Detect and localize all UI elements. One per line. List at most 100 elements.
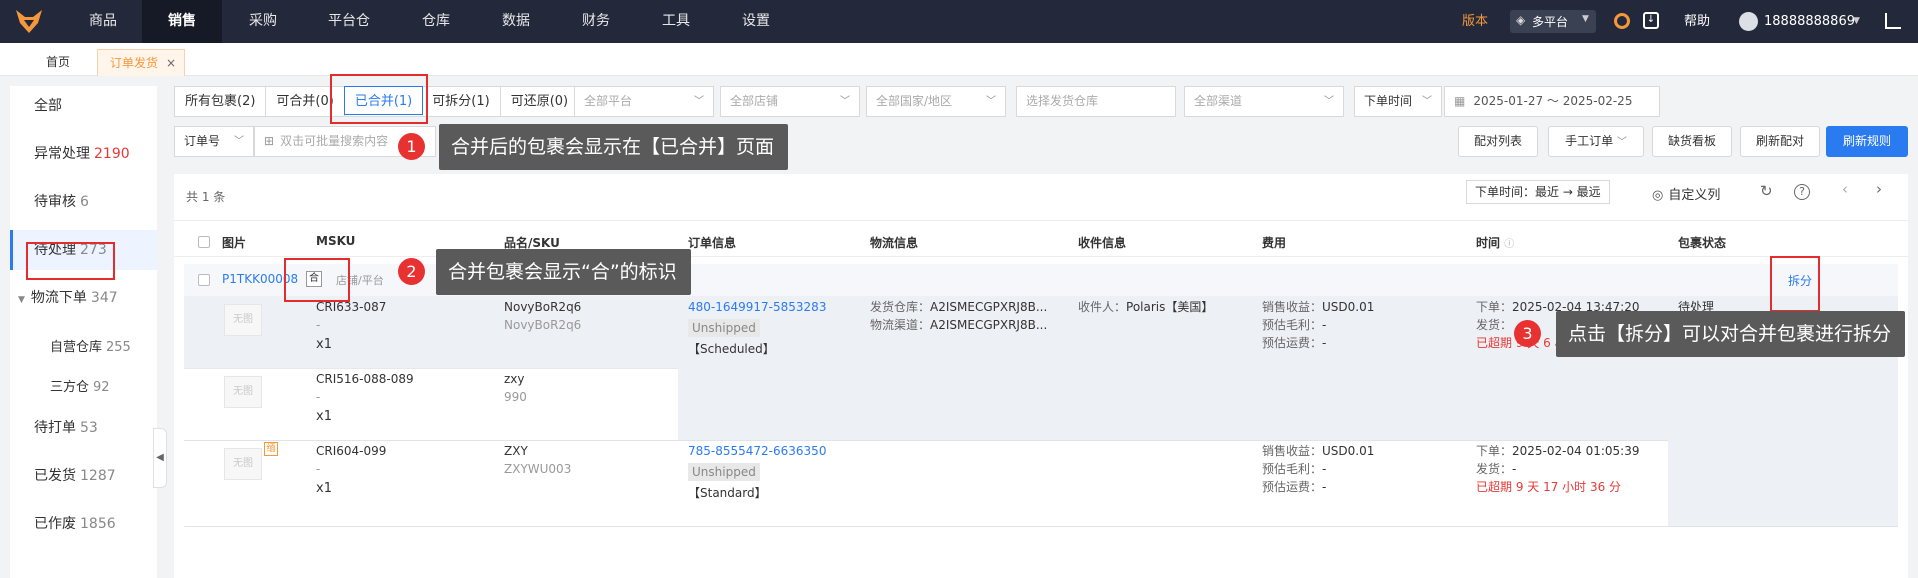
search-field-select[interactable]: 订单号 ﹀: [174, 126, 254, 157]
table-row: CRI633-087 - x1: [316, 298, 386, 354]
revenue-label: 销售收益：: [1262, 300, 1323, 314]
custom-columns-label: 自定义列: [1668, 188, 1721, 203]
warehouse-label: 发货仓库：: [870, 300, 931, 314]
version-link[interactable]: 版本: [1462, 0, 1488, 43]
callout-merge-tag: 合并包裹会显示“合”的标识: [436, 249, 691, 295]
shipping-value: -: [1322, 336, 1327, 350]
platform-select[interactable]: 全部平台 ﹀: [574, 86, 714, 117]
close-icon[interactable]: ×: [166, 50, 176, 77]
header-image: 图片: [222, 236, 247, 250]
msku-dash: -: [316, 462, 321, 476]
refresh-rules-button[interactable]: 刷新规则: [1826, 126, 1908, 157]
header-package-status: 包裹状态: [1678, 236, 1727, 250]
help-link[interactable]: 帮助: [1684, 0, 1710, 43]
sidebar-item-label: 待打单: [34, 420, 76, 436]
order-number-link[interactable]: 480-1649917-5853283: [688, 298, 826, 316]
sidebar-item-own-warehouse[interactable]: 自营仓库 255: [10, 328, 157, 368]
prev-page-icon[interactable]: ‹: [1842, 180, 1848, 198]
user-chevron-icon[interactable]: ▼: [1853, 16, 1860, 26]
merged-row-bg: [678, 368, 1898, 440]
sidebar-item-third-party[interactable]: 三方仓 92: [10, 368, 157, 408]
manual-order-button[interactable]: 手工订单 ﹀: [1548, 126, 1644, 157]
tab-order-shipping[interactable]: 订单发货 ×: [97, 49, 186, 77]
header-order-info: 订单信息: [688, 236, 737, 250]
header-fees: 费用: [1262, 236, 1287, 250]
quantity: x1: [316, 337, 332, 352]
segment-splittable[interactable]: 可拆分(1): [422, 87, 501, 116]
custom-columns-button[interactable]: ◎ 自定义列: [1652, 184, 1720, 203]
refresh-match-button[interactable]: 刷新配对: [1740, 126, 1820, 157]
platform-switch[interactable]: ◈ 多平台 ▼: [1510, 10, 1596, 33]
download-icon[interactable]: ↓: [1643, 12, 1659, 29]
package-checkbox[interactable]: [198, 274, 210, 286]
tab-home[interactable]: 首页: [34, 49, 82, 76]
callout-badge-1: 1: [398, 133, 425, 160]
header-logistics: 物流信息: [870, 236, 919, 250]
product-image-placeholder: 无图: [224, 448, 262, 480]
channel-value: A2ISMECGPXRJ8B...: [930, 318, 1048, 332]
select-all-checkbox[interactable]: [198, 236, 210, 248]
sidebar-item-count: 92: [93, 380, 110, 395]
ship-time-label: 发货：: [1476, 462, 1513, 476]
fees-cell: 销售收益：USD0.01 预估毛利：- 预估运费：-: [1262, 442, 1374, 496]
product-sku: ZXYWU003: [504, 462, 572, 476]
sidebar-item-label: 已发货: [34, 468, 76, 484]
sidebar-item-label: 待审核: [34, 194, 76, 210]
store-select[interactable]: 全部店铺 ﹀: [720, 86, 860, 117]
order-time-label: 下单：: [1476, 444, 1513, 458]
sidebar-item-logistics[interactable]: ▼ 物流下单 347: [10, 278, 157, 318]
chevron-down-icon: ﹀: [840, 96, 850, 107]
product-sku: NovyBoR2q6: [504, 318, 582, 332]
nav-purchase[interactable]: 采购: [232, 0, 294, 43]
sidebar-item-to-print[interactable]: 待打单 53: [10, 408, 157, 448]
channel-select[interactable]: 全部渠道 ﹀: [1184, 86, 1344, 117]
nav-goods[interactable]: 商品: [72, 0, 134, 43]
notification-icon[interactable]: [1614, 13, 1630, 29]
order-type: 【Scheduled】: [688, 342, 775, 356]
nav-tools[interactable]: 工具: [645, 0, 707, 43]
sidebar-item-all[interactable]: 全部: [10, 86, 157, 126]
segment-restorable[interactable]: 可还原(0): [501, 87, 578, 116]
sidebar-item-label: 三方仓: [50, 380, 90, 395]
fox-logo-icon[interactable]: [14, 7, 44, 35]
nav-data[interactable]: 数据: [485, 0, 547, 43]
divider: [174, 256, 1908, 257]
next-page-icon[interactable]: ›: [1876, 180, 1882, 198]
refresh-icon[interactable]: ↻: [1760, 182, 1773, 200]
nav-warehouse[interactable]: 仓库: [405, 0, 467, 43]
table-row: CRI516-088-089 - x1: [316, 370, 414, 426]
time-type-select[interactable]: 下单时间 ﹀: [1354, 86, 1442, 117]
nav-sales[interactable]: 销售: [142, 0, 222, 43]
calendar-icon: ▦: [1454, 94, 1466, 108]
date-range-picker[interactable]: ▦ 2025-01-27 ～ 2025-02-25: [1444, 86, 1660, 117]
help-icon[interactable]: ?: [1794, 184, 1810, 200]
match-list-button[interactable]: 配对列表: [1458, 126, 1538, 157]
sidebar-item-review[interactable]: 待审核 6: [10, 182, 157, 222]
order-number-link[interactable]: 785-8555472-6636350: [688, 442, 826, 460]
sidebar-item-voided[interactable]: 已作废 1856: [10, 504, 157, 544]
channel-select-value: 全部渠道: [1194, 94, 1243, 108]
sidebar-collapse-button[interactable]: ◀: [153, 428, 167, 488]
product-sku: 990: [504, 390, 527, 404]
header-msku: MSKU: [316, 234, 356, 248]
main-content: 所有包裹(2) 可合并(0) 已合并(1) 可拆分(1) 可还原(0) 全部平台…: [174, 74, 1908, 578]
sidebar-item-shipped[interactable]: 已发货 1287: [10, 456, 157, 496]
callout-merged-page: 合并后的包裹会显示在【已合并】页面: [439, 124, 789, 170]
shipping-label: 预估运费：: [1262, 480, 1323, 494]
segment-all-packages[interactable]: 所有包裹(2): [175, 87, 267, 116]
fullscreen-icon[interactable]: [1885, 13, 1901, 29]
sort-select[interactable]: 下单时间：最近 → 最远: [1466, 180, 1610, 204]
nav-platform-warehouse[interactable]: 平台仓: [314, 0, 384, 43]
user-phone[interactable]: 18888888869: [1764, 0, 1855, 43]
shortage-board-button[interactable]: 缺货看板: [1652, 126, 1732, 157]
callout-split: 点击【拆分】可以对合并包裹进行拆分: [1556, 311, 1906, 357]
header-time: 时间 ⓘ: [1476, 234, 1514, 251]
sidebar-item-exception[interactable]: 异常处理 2190: [10, 134, 157, 174]
manual-order-label: 手工订单: [1565, 134, 1614, 148]
warehouse-select[interactable]: 选择发货仓库: [1016, 86, 1176, 117]
country-select[interactable]: 全部国家/地区 ﹀: [866, 86, 1006, 117]
product-name: zxy: [504, 372, 525, 386]
nav-settings[interactable]: 设置: [725, 0, 787, 43]
nav-finance[interactable]: 财务: [565, 0, 627, 43]
avatar[interactable]: [1739, 12, 1758, 31]
